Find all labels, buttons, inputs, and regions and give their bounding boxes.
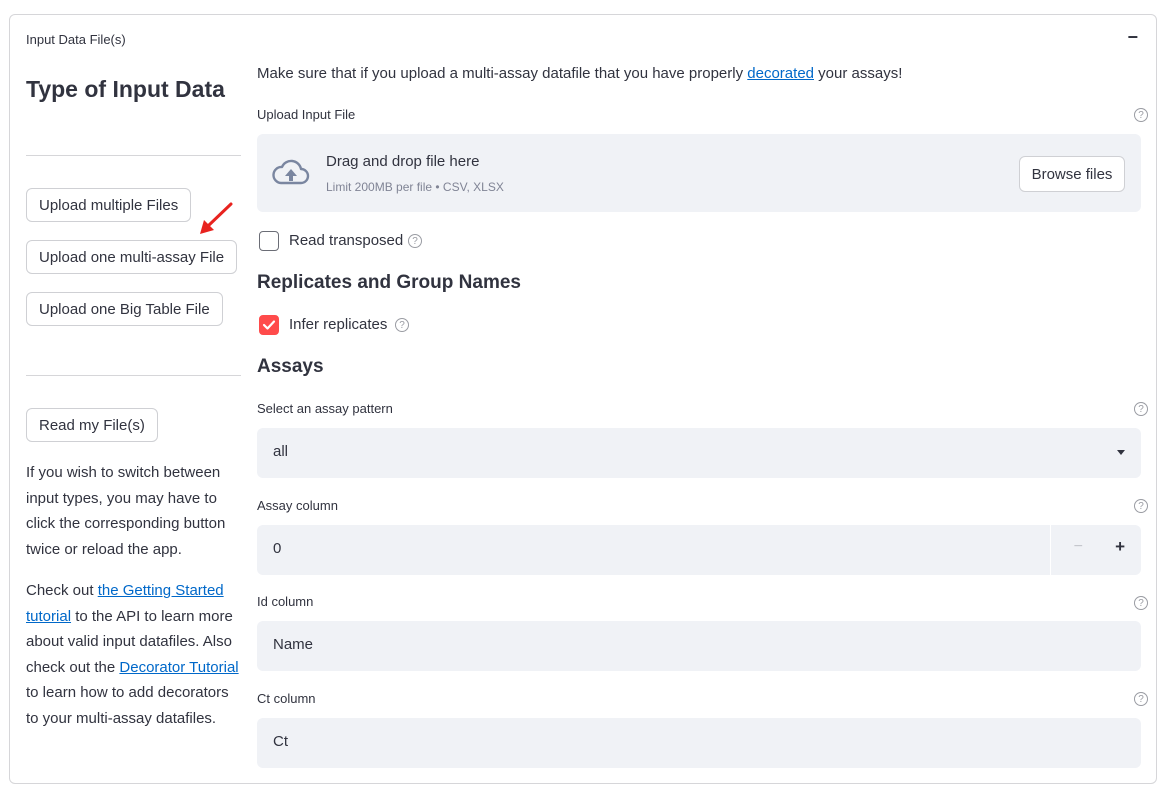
- decoration-note: Make sure that if you upload a multi-ass…: [257, 65, 902, 82]
- ct-column-value: Ct: [273, 733, 288, 750]
- help-icon[interactable]: ?: [1134, 692, 1148, 706]
- tutorial-note-text: Check out: [26, 582, 98, 599]
- help-icon[interactable]: ?: [1134, 499, 1148, 513]
- divider: [26, 375, 241, 376]
- infer-replicates-checkbox[interactable]: [259, 315, 279, 335]
- read-transposed-label[interactable]: Read transposed: [289, 232, 403, 249]
- help-icon[interactable]: ?: [408, 234, 422, 248]
- upload-multi-assay-file-button[interactable]: Upload one multi-assay File: [26, 240, 238, 274]
- infer-replicates-label[interactable]: Infer replicates: [289, 316, 387, 333]
- divider: [26, 155, 241, 156]
- upload-multiple-files-button[interactable]: Upload multiple Files: [26, 188, 192, 222]
- chevron-down-icon: [1117, 450, 1125, 455]
- tutorial-note-text: to learn how to add decorators to your m…: [26, 684, 229, 727]
- file-dropzone[interactable]: Drag and drop file here Limit 200MB per …: [257, 134, 1141, 212]
- decrement-button[interactable]: −: [1074, 538, 1083, 556]
- decoration-note-text: your assays!: [814, 65, 903, 82]
- read-transposed-checkbox[interactable]: [259, 231, 279, 251]
- id-column-input[interactable]: Name: [257, 621, 1141, 671]
- stepper-divider: [1050, 525, 1051, 575]
- dropzone-limit: Limit 200MB per file • CSV, XLSX: [326, 180, 504, 194]
- upload-big-table-file-button[interactable]: Upload one Big Table File: [26, 292, 223, 326]
- expander-title[interactable]: Input Data File(s): [26, 32, 126, 47]
- assay-column-label: Assay column: [257, 498, 338, 513]
- tutorial-note: Check out the Getting Started tutorial t…: [26, 578, 244, 731]
- help-icon[interactable]: ?: [1134, 402, 1148, 416]
- cloud-upload-icon: [272, 159, 310, 185]
- annotation-arrow-icon: [200, 202, 233, 234]
- ct-column-input[interactable]: Ct: [257, 718, 1141, 768]
- decoration-note-text: Make sure that if you upload a multi-ass…: [257, 65, 748, 82]
- decorated-link[interactable]: decorated: [747, 65, 814, 82]
- assay-column-value: 0: [273, 540, 282, 557]
- help-icon[interactable]: ?: [1134, 596, 1148, 610]
- increment-button[interactable]: +: [1115, 537, 1125, 557]
- assay-pattern-label: Select an assay pattern: [257, 401, 393, 416]
- read-files-button[interactable]: Read my File(s): [26, 408, 158, 442]
- help-icon[interactable]: ?: [395, 318, 409, 332]
- checkmark-icon: [262, 319, 275, 330]
- assays-heading: Assays: [257, 356, 324, 377]
- help-icon[interactable]: ?: [1134, 108, 1148, 122]
- id-column-label: Id column: [257, 594, 314, 609]
- browse-files-button[interactable]: Browse files: [1019, 156, 1125, 192]
- input-type-title: Type of Input Data: [26, 76, 225, 102]
- collapse-icon[interactable]: −: [1127, 27, 1138, 48]
- ct-column-label: Ct column: [257, 691, 316, 706]
- switch-input-note: If you wish to switch between input type…: [26, 464, 226, 558]
- upload-input-label: Upload Input File: [257, 107, 356, 122]
- replicates-heading: Replicates and Group Names: [257, 272, 521, 293]
- dropzone-instruction: Drag and drop file here: [326, 153, 480, 170]
- assay-pattern-value: all: [273, 443, 289, 460]
- decorator-tutorial-link[interactable]: Decorator Tutorial: [119, 659, 238, 676]
- assay-column-input[interactable]: 0 − +: [257, 525, 1141, 575]
- id-column-value: Name: [273, 636, 314, 653]
- assay-pattern-select[interactable]: all: [257, 428, 1141, 478]
